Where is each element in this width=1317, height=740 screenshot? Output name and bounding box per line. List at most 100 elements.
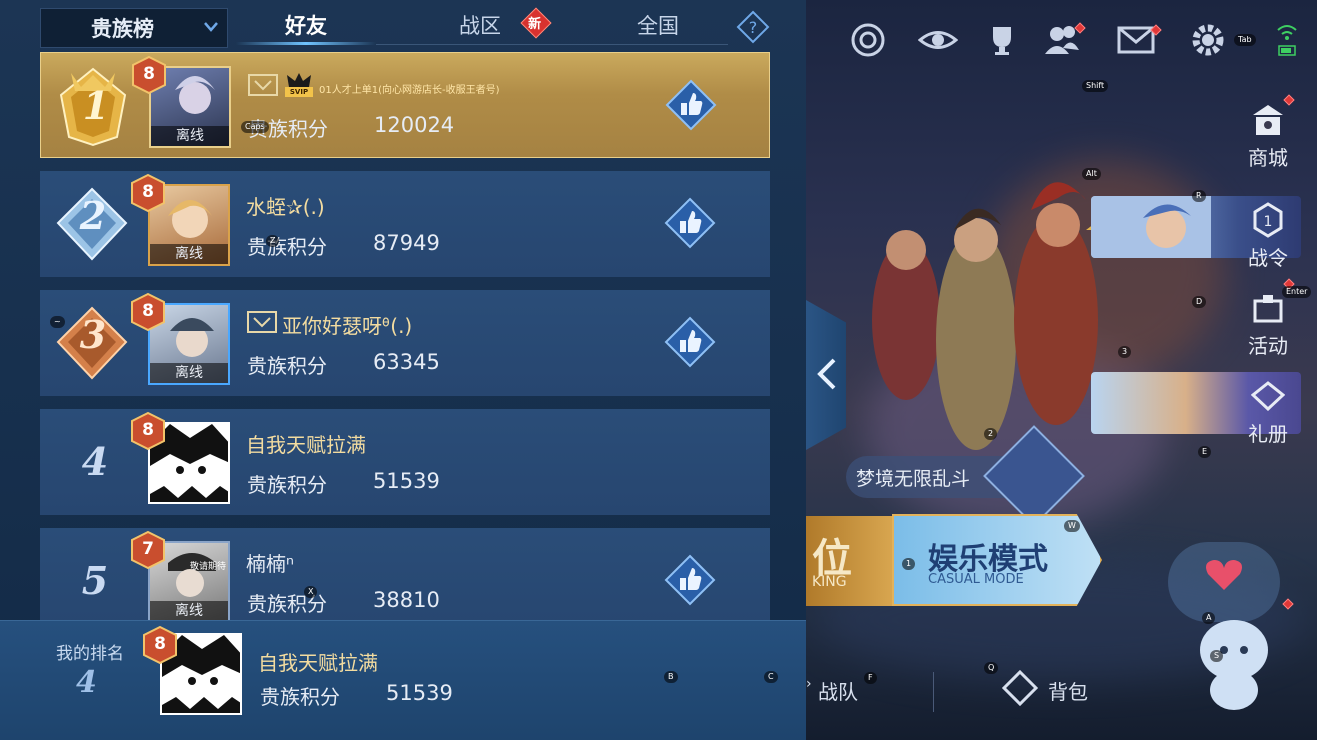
tab-national[interactable]: 全国	[608, 10, 708, 44]
leaderboard-header: 贵族榜 好友 战区 新 全国 ?	[0, 0, 806, 50]
leaderboard-row-1[interactable]: 1 离线 8 SVIP 01人才上单1(向心网游店长-收服王者号) 贵族积分 1…	[40, 52, 770, 158]
key-hint: Enter	[1282, 286, 1312, 298]
gift-book-button[interactable]: 礼册	[1235, 376, 1301, 447]
shop-button[interactable]: 商城	[1235, 94, 1301, 171]
rank-number: 1	[82, 83, 110, 128]
key-hint: E	[1198, 446, 1212, 458]
leaderboard-row-2[interactable]: 2 离线 8 水蛭✰(.) 贵族积分 87949 Z	[40, 171, 770, 277]
leaderboard-row-4[interactable]: 4 8 自我天赋拉满 贵族积分 51539	[40, 409, 770, 515]
rank-number: 3	[79, 312, 107, 357]
tab-national-label: 全国	[637, 14, 679, 38]
like-button[interactable]	[664, 554, 716, 606]
leaderboard-row-3[interactable]: 3 离线 8 亚你好瑟呀ᶿ(.) 贵族积分 63345 ~	[40, 290, 770, 396]
key-hint: W	[1064, 520, 1080, 532]
key-hint: B	[664, 671, 678, 683]
score-value: 87949	[373, 231, 440, 255]
settings-icon[interactable]	[1188, 20, 1228, 60]
avatar-caption: 敬请期待	[189, 562, 226, 572]
trophy-icon[interactable]	[982, 20, 1022, 60]
tab-region[interactable]: 战区	[430, 10, 530, 44]
online-status: 离线	[150, 601, 228, 621]
level-number: 8	[142, 420, 154, 440]
player-name: 楠楠ⁿ	[246, 552, 294, 576]
leaderboard-type-select[interactable]: 贵族榜	[40, 8, 228, 48]
wifi-icon	[1276, 22, 1298, 62]
level-badge: 8	[140, 625, 180, 665]
player-name: 水蛭✰(.)	[246, 195, 325, 219]
key-hint: Q	[984, 662, 999, 674]
chevron-down-icon	[204, 22, 218, 32]
new-badge-label: 新	[528, 16, 542, 32]
backpack-icon	[1002, 670, 1038, 706]
like-button[interactable]	[664, 316, 716, 368]
player-name: 自我天赋拉满	[246, 433, 366, 457]
hero-portrait	[1091, 196, 1211, 258]
events-label: 活动	[1248, 334, 1288, 358]
score-value: 51539	[373, 469, 440, 493]
player-name: 亚你好瑟呀ᶿ(.)	[282, 314, 413, 338]
title-frame-icon	[247, 311, 277, 333]
eye-icon[interactable]	[918, 20, 958, 60]
chevron-left-icon	[817, 358, 836, 390]
score-label: 贵族积分	[247, 473, 327, 497]
key-hint: R	[1192, 190, 1206, 202]
my-score-label: 贵族积分	[260, 685, 340, 709]
key-hint: Shift	[1082, 80, 1109, 92]
events-button[interactable]: 活动	[1235, 278, 1301, 359]
svip-badge: SVIP	[285, 71, 313, 99]
online-status: 离线	[151, 126, 229, 146]
collapse-panel-button[interactable]	[806, 300, 846, 450]
mode-banner-label: 梦境无限乱斗	[856, 468, 971, 490]
divider	[933, 672, 934, 712]
gift-book-icon	[1248, 376, 1288, 416]
casual-en-label: CASUAL MODE	[928, 572, 1024, 587]
online-status: 离线	[150, 363, 228, 383]
backpack-label: 背包	[1048, 680, 1088, 704]
my-rank-number: 4	[76, 665, 97, 700]
key-hint: Tab	[1234, 34, 1256, 46]
tab-friends[interactable]: 好友	[236, 10, 376, 44]
level-number: 7	[142, 539, 154, 559]
team-icon: ›	[806, 676, 812, 692]
mail-icon[interactable]	[1116, 20, 1162, 60]
question-icon: ?	[736, 10, 770, 44]
score-label: 贵族积分	[247, 354, 327, 378]
help-button[interactable]: ?	[736, 10, 770, 44]
rank-number: 2	[79, 193, 107, 238]
like-button[interactable]	[664, 197, 716, 249]
backpack-button[interactable]: 背包	[1002, 668, 1112, 708]
level-badge: 8	[128, 292, 168, 332]
leaderboard-row-5[interactable]: 5 敬请期待 离线 7 楠楠ⁿ 贵族积分 38810 X	[40, 528, 770, 634]
my-score-value: 51539	[386, 681, 453, 705]
score-label: 贵族积分	[247, 235, 327, 259]
my-player-name: 自我天赋拉满	[258, 651, 378, 675]
player-name: 01人才上单1(向心网游店长-收服王者号)	[319, 85, 500, 96]
ranked-en-label: KING	[812, 574, 847, 590]
key-hint: C	[764, 671, 778, 683]
battle-pass-icon: 1	[1248, 200, 1288, 240]
battle-pass-button[interactable]: 1 战令	[1235, 200, 1301, 271]
tab-region-label: 战区	[459, 14, 501, 38]
level-badge: 8	[128, 173, 168, 213]
lobby-scene: 商城 1 战令 活动 礼册 梦境无限乱斗 位 KING 娱乐模式 CASUAL …	[806, 0, 1317, 740]
shop-label: 商城	[1248, 146, 1288, 170]
level-badge-icon	[132, 55, 166, 95]
key-hint: Alt	[1082, 168, 1101, 180]
key-hint: F	[864, 672, 877, 684]
like-button[interactable]	[665, 79, 717, 131]
title-frame-icon	[248, 74, 278, 96]
online-status: 离线	[150, 244, 228, 264]
key-hint: 1	[902, 558, 916, 570]
key-hint: D	[1192, 296, 1207, 308]
tab-friends-label: 好友	[285, 14, 327, 38]
target-icon[interactable]	[848, 20, 888, 60]
leaderboard-type-label: 贵族榜	[91, 17, 154, 41]
heart-icon	[1206, 560, 1242, 590]
team-label: 战队	[818, 680, 858, 704]
tab-divider	[376, 44, 728, 45]
friends-icon[interactable]	[1042, 20, 1086, 60]
svip-label: SVIP	[285, 87, 313, 97]
mascot-icon[interactable]	[1194, 610, 1274, 710]
level-badge: 7	[128, 530, 168, 570]
key-hint: 2	[984, 428, 998, 440]
